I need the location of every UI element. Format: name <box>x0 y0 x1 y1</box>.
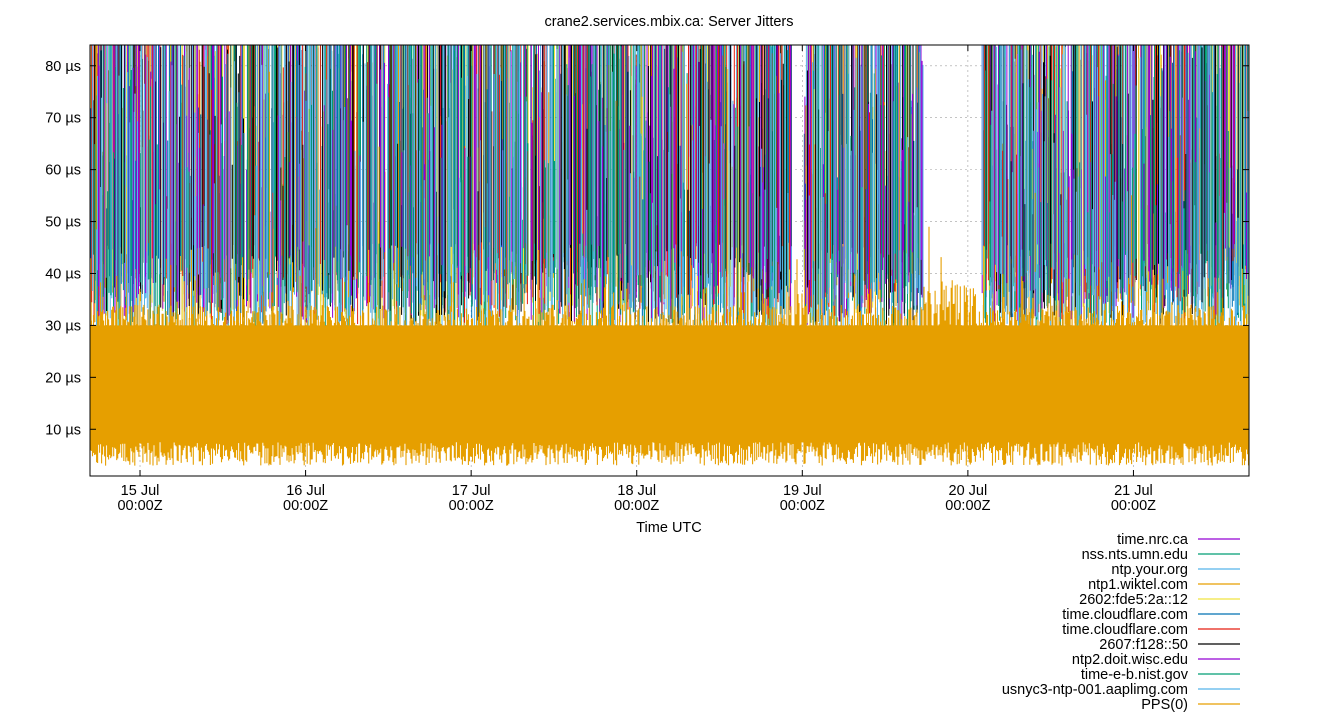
legend-label: time.cloudflare.com <box>1062 622 1188 638</box>
x-tick-label-time: 00:00Z <box>283 498 328 514</box>
legend-label: 2602:fde5:2a::12 <box>1079 592 1188 608</box>
x-tick-label-day: 15 Jul <box>121 483 160 499</box>
x-tick-label-day: 17 Jul <box>452 483 491 499</box>
y-tick-label: 10 µs <box>45 422 81 438</box>
y-tick-label: 60 µs <box>45 163 81 179</box>
x-axis-label: Time UTC <box>636 520 702 536</box>
legend-label: usnyc3-ntp-001.aaplimg.com <box>1002 682 1188 698</box>
legend-label: ntp.your.org <box>1111 562 1188 578</box>
x-tick-label-time: 00:00Z <box>780 498 825 514</box>
x-tick-label-time: 00:00Z <box>449 498 494 514</box>
x-tick-label-day: 16 Jul <box>286 483 325 499</box>
server-jitters-chart: crane2.services.mbix.ca: Server Jitters … <box>45 14 1250 713</box>
x-tick-label-time: 00:00Z <box>1111 498 1156 514</box>
y-tick-label: 70 µs <box>45 111 81 127</box>
x-tick-label-day: 20 Jul <box>949 483 988 499</box>
x-tick-label-time: 00:00Z <box>945 498 990 514</box>
legend-label: nss.nts.umn.edu <box>1082 547 1188 563</box>
plot-area <box>89 45 1250 466</box>
y-tick-label: 50 µs <box>45 215 81 231</box>
legend-label: PPS(0) <box>1141 697 1188 713</box>
chart-title: crane2.services.mbix.ca: Server Jitters <box>545 14 794 30</box>
legend-label: 2607:f128::50 <box>1099 637 1188 653</box>
y-tick-label: 40 µs <box>45 266 81 282</box>
y-tick-label: 80 µs <box>45 59 81 75</box>
x-tick-label-day: 18 Jul <box>617 483 656 499</box>
legend-label: time.cloudflare.com <box>1062 607 1188 623</box>
y-tick-label: 20 µs <box>45 370 81 386</box>
x-tick-label-time: 00:00Z <box>614 498 659 514</box>
y-tick-label: 30 µs <box>45 318 81 334</box>
pps-band <box>90 325 1249 440</box>
legend-label: ntp1.wiktel.com <box>1088 577 1188 593</box>
legend-label: ntp2.doit.wisc.edu <box>1072 652 1188 668</box>
x-tick-label-day: 19 Jul <box>783 483 822 499</box>
x-tick-label-time: 00:00Z <box>117 498 162 514</box>
legend: time.nrc.canss.nts.umn.eduntp.your.orgnt… <box>1002 532 1240 713</box>
x-tick-label-day: 21 Jul <box>1114 483 1153 499</box>
legend-label: time.nrc.ca <box>1117 532 1189 548</box>
legend-label: time-e-b.nist.gov <box>1081 667 1189 683</box>
